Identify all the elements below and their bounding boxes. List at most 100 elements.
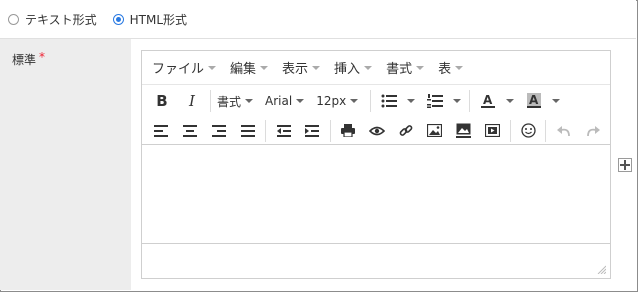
image-icon xyxy=(427,124,443,137)
chevron-down-icon xyxy=(416,65,425,70)
required-mark: * xyxy=(39,50,46,64)
resize-handle-icon[interactable] xyxy=(596,264,606,274)
toolbar-separator xyxy=(329,119,331,142)
numbered-list-icon xyxy=(427,94,444,108)
align-justify-icon xyxy=(240,124,255,137)
menu-format-label: 書式 xyxy=(386,62,413,77)
menu-table-label: 表 xyxy=(438,62,452,77)
font-family-dropdown[interactable]: Arial xyxy=(265,89,305,113)
chevron-down-icon xyxy=(455,65,464,70)
font-family-label: Arial xyxy=(265,94,293,108)
editor-toolbar-row-2 xyxy=(142,117,610,145)
field-label-text: 標準 xyxy=(12,53,37,67)
align-left-icon xyxy=(154,124,169,137)
toolbar-separator xyxy=(469,90,471,112)
svg-text:A: A xyxy=(483,93,493,107)
field-label: 標準 * xyxy=(12,50,46,68)
format-selector-bar: テキスト形式 HTML形式 xyxy=(0,0,636,39)
print-icon xyxy=(341,124,356,137)
chevron-down-icon xyxy=(260,65,269,70)
chevron-down-icon xyxy=(312,65,321,70)
undo-icon xyxy=(556,125,570,136)
outdent-button[interactable] xyxy=(272,119,295,143)
menu-view[interactable]: 表示 xyxy=(282,58,321,77)
chevron-down-icon xyxy=(296,99,305,103)
bold-icon: B xyxy=(156,92,168,110)
chevron-down-icon xyxy=(350,99,359,103)
align-right-icon xyxy=(212,124,227,137)
bullet-list-button[interactable] xyxy=(377,89,401,113)
undo-button[interactable] xyxy=(552,119,575,143)
editor-content-area[interactable] xyxy=(142,146,610,242)
eye-icon xyxy=(369,126,385,135)
italic-button[interactable]: I xyxy=(180,89,204,113)
field-label-column: 標準 * xyxy=(0,39,131,290)
menu-insert[interactable]: 挿入 xyxy=(334,58,373,77)
menu-format[interactable]: 書式 xyxy=(386,58,425,77)
menu-insert-label: 挿入 xyxy=(334,62,361,77)
format-dropdown-label: 書式 xyxy=(217,94,242,109)
radio-text-label: テキスト形式 xyxy=(25,13,97,27)
radio-html-circle[interactable] xyxy=(112,14,124,25)
chevron-down-icon xyxy=(552,99,561,103)
bold-button[interactable]: B xyxy=(150,89,174,113)
link-icon xyxy=(399,124,413,136)
bullet-list-options[interactable] xyxy=(403,89,416,113)
toolbar-separator xyxy=(210,90,211,112)
editor-statusbar xyxy=(142,243,610,278)
print-button[interactable] xyxy=(337,119,360,143)
format-dropdown[interactable]: 書式 xyxy=(217,89,254,113)
radio-text-format[interactable]: テキスト形式 xyxy=(8,11,97,28)
video-icon xyxy=(484,124,500,137)
redo-button[interactable] xyxy=(581,119,604,143)
chevron-down-icon xyxy=(506,99,515,103)
rich-text-editor: ファイル 編集 表示 挿入 書式 表 B I 書式 Arial 12px A A xyxy=(141,50,611,279)
insert-image-button[interactable] xyxy=(423,119,446,143)
indent-icon xyxy=(305,124,320,137)
add-field-button[interactable] xyxy=(618,158,632,172)
align-center-icon xyxy=(183,124,198,137)
numbered-list-button[interactable] xyxy=(423,89,447,113)
font-size-dropdown[interactable]: 12px xyxy=(316,89,359,113)
radio-html-format[interactable]: HTML形式 xyxy=(112,11,188,28)
emoticons-button[interactable] xyxy=(517,119,540,143)
numbered-list-options[interactable] xyxy=(449,89,462,113)
font-size-label: 12px xyxy=(316,94,347,108)
menu-edit-label: 編集 xyxy=(230,62,257,77)
menu-edit[interactable]: 編集 xyxy=(230,58,269,77)
chevron-down-icon xyxy=(453,99,462,103)
editor-toolbar-row-1: B I 書式 Arial 12px A A xyxy=(142,87,610,115)
media-image-icon xyxy=(455,123,471,138)
menu-table[interactable]: 表 xyxy=(438,58,464,77)
insert-link-button[interactable] xyxy=(394,119,417,143)
chevron-down-icon xyxy=(364,65,373,70)
align-right-button[interactable] xyxy=(208,119,231,143)
radio-text-circle[interactable] xyxy=(8,14,19,25)
font-color-icon: A xyxy=(481,93,496,108)
menu-file-label: ファイル xyxy=(152,62,205,77)
smiley-icon xyxy=(520,123,536,138)
background-color-button[interactable]: A xyxy=(522,89,546,113)
radio-html-label: HTML形式 xyxy=(129,13,188,27)
background-color-options[interactable] xyxy=(548,89,561,113)
insert-media-button[interactable] xyxy=(452,119,475,143)
bullet-list-icon xyxy=(381,94,398,108)
italic-icon: I xyxy=(189,92,195,110)
font-color-options[interactable] xyxy=(502,89,515,113)
font-color-button[interactable]: A xyxy=(476,89,500,113)
menu-file[interactable]: ファイル xyxy=(152,58,217,77)
toolbar-separator xyxy=(545,119,547,142)
background-color-icon: A xyxy=(527,93,542,108)
preview-button[interactable] xyxy=(366,119,389,143)
align-left-button[interactable] xyxy=(150,119,173,143)
toolbar-separator xyxy=(509,119,511,142)
outdent-icon xyxy=(276,124,291,137)
menu-view-label: 表示 xyxy=(282,62,309,77)
align-center-button[interactable] xyxy=(179,119,202,143)
insert-video-button[interactable] xyxy=(481,119,504,143)
align-justify-button[interactable] xyxy=(236,119,259,143)
indent-button[interactable] xyxy=(301,119,324,143)
editor-menubar: ファイル 編集 表示 挿入 書式 表 xyxy=(142,51,610,85)
toolbar-separator xyxy=(370,90,372,112)
format-radio-group: テキスト形式 HTML形式 xyxy=(8,11,203,28)
